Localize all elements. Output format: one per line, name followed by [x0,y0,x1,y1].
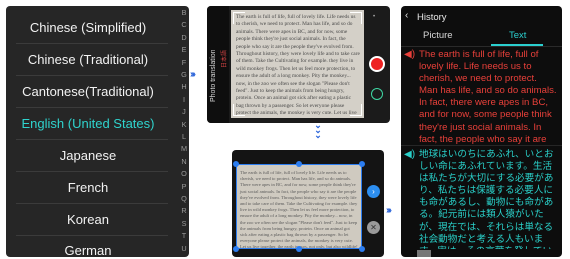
alphabet-letter[interactable]: N [178,157,189,166]
page-title: History [417,12,447,23]
chevron-left-icon[interactable]: ‹ [405,10,408,21]
frame-corner [350,104,362,116]
camera-preview: The earth is full of life, full of lovel… [231,10,364,118]
frame-corner [233,12,245,24]
alphabet-letter[interactable]: T [178,232,189,240]
camera-sidebar: Photo translation 日本語 [207,6,229,123]
source-text: The earth is full of life, full of lovel… [419,49,557,145]
alphabet-letter[interactable]: J [178,108,189,116]
speaker-icon[interactable]: ◀) [404,50,415,60]
language-item[interactable]: Korean [6,204,170,235]
close-icon: ✕ [370,223,377,232]
image-thumbnail[interactable] [417,250,431,257]
alphabet-letter[interactable]: D [178,33,189,42]
language-item[interactable]: French [6,172,170,203]
alphabet-letter[interactable]: H [178,83,189,91]
tab-text[interactable]: Text [509,30,526,41]
chevron-right-icon: › [372,187,375,196]
alphabet-letter[interactable]: P [178,182,189,191]
target-language-label[interactable]: 日本語 [219,50,228,68]
alphabet-letter[interactable]: K [178,120,189,129]
crop-handle[interactable] [233,246,239,252]
divider [401,145,562,146]
photo-translation-label: Photo translation [210,49,217,102]
language-item[interactable]: Cantonese(Traditional) [6,76,170,107]
crop-handle[interactable] [359,161,365,167]
crop-handle[interactable] [359,246,365,252]
document-text: The earth is full of life, full of lovel… [236,14,360,118]
tutorial-composite: Chinese (Simplified) Chinese (Traditiona… [0,0,570,259]
crop-handle[interactable] [296,161,302,167]
alphabet-letter[interactable]: G [178,71,189,79]
shutter-button[interactable] [369,56,385,72]
crop-handle[interactable] [233,161,239,167]
alphabet-letter[interactable]: E [178,46,189,54]
next-button[interactable]: › [367,185,380,198]
crop-view: The earth is full of life, full of lovel… [232,150,384,257]
alphabet-letter[interactable]: S [178,219,189,228]
language-item[interactable]: German [6,235,170,257]
alphabet-letter[interactable]: F [178,58,189,67]
alphabet-letter[interactable]: C [178,21,189,29]
alphabet-letter[interactable]: R [178,207,189,215]
alphabet-letter[interactable]: Q [178,195,189,203]
speaker-icon[interactable]: ◀) [404,150,415,160]
flow-arrow-down-icon: ⌄ ⌄ ⌄ [314,120,322,140]
language-item-selected[interactable]: English (United States) [6,108,170,139]
divider [401,46,562,47]
crop-handle[interactable] [296,246,302,252]
gallery-button[interactable] [371,88,383,100]
history-view: ‹ History Picture Text ◀) The earth is f… [401,6,562,257]
language-list: Chinese (Simplified) Chinese (Traditiona… [6,6,189,257]
crop-frame[interactable] [236,164,362,249]
more-icon[interactable]: • [373,14,375,20]
flow-arrow-right-icon: ››› [190,69,196,80]
frame-corner [350,12,362,24]
alphabet-letter[interactable]: O [178,170,189,178]
active-tab-indicator [491,44,543,46]
tab-picture[interactable]: Picture [423,30,453,41]
language-item[interactable]: Chinese (Simplified) [6,12,170,43]
frame-corner [233,104,245,116]
alphabet-letter[interactable]: B [178,9,189,17]
close-button[interactable]: ✕ [367,221,380,234]
flow-arrow-right-icon: ››› [386,205,392,216]
translated-text: 地球はいのちにあふれ、いとおしい命にあふれています。生活は私たちが大切にする必要… [419,149,554,249]
language-item[interactable]: Japanese [6,140,170,171]
alphabet-letter[interactable]: M [178,145,189,153]
alphabet-letter[interactable]: L [178,133,189,141]
language-item[interactable]: Chinese (Traditional) [6,44,170,75]
alphabet-letter[interactable]: I [178,95,189,104]
camera-view: Photo translation 日本語 The earth is full … [207,6,390,123]
alphabet-letter[interactable]: U [178,244,189,253]
